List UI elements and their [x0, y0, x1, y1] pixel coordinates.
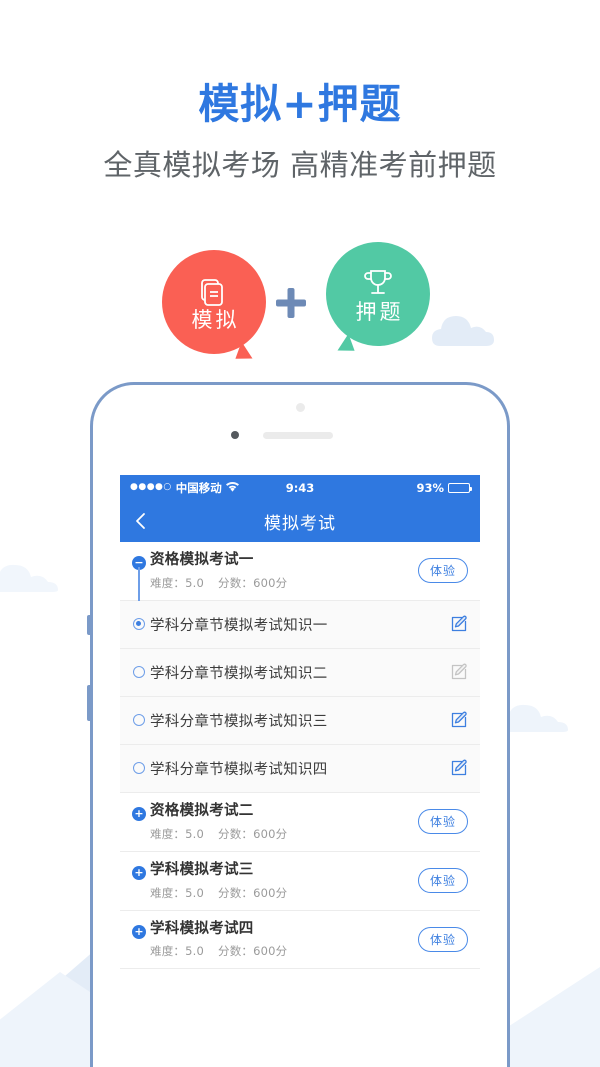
timeline-node-icon [133, 762, 145, 775]
list-empty-area [120, 969, 480, 1067]
page-subtitle: 全真模拟考场 高精准考前押题 [103, 148, 497, 182]
difficulty-label: 难度：5.0 [150, 826, 204, 841]
score-label: 分数：600分 [218, 826, 288, 841]
app-screen: ●●●●○ 中国移动 9:43 93% 模拟考试 − 资格模拟考试一 难度：5.… [120, 475, 480, 1067]
exam-group-header[interactable]: + 学科模拟考试三 难度：5.0 分数：600分 体验 [120, 851, 480, 911]
exam-meta: 难度：5.0 分数：600分 [150, 885, 418, 901]
exam-group-texts: 学科模拟考试四 难度：5.0 分数：600分 [150, 920, 418, 960]
timeline-node-icon [133, 666, 145, 679]
promo-heading-block: 模拟+押题 全真模拟考场 高精准考前押题 [0, 84, 600, 180]
difficulty-label: 难度：5.0 [150, 575, 204, 590]
signal-strength-icon: ●●●●○ [130, 482, 172, 492]
try-button[interactable]: 体验 [417, 809, 468, 835]
score-label: 分数：600分 [218, 575, 288, 590]
cloud-icon [0, 564, 58, 592]
timeline-node-icon [133, 714, 145, 727]
exam-list: − 资格模拟考试一 难度：5.0 分数：600分 体验 学科分章节模拟考试知识一… [120, 542, 480, 1067]
earpiece-speaker [263, 432, 333, 439]
subitem-title: 学科分章节模拟考试知识二 [150, 665, 328, 682]
plus-circle-icon[interactable]: + [132, 865, 146, 880]
volume-up-button[interactable] [87, 615, 91, 635]
list-item[interactable]: 学科分章节模拟考试知识一 [120, 600, 480, 649]
plus-icon [276, 288, 306, 318]
exam-group-header[interactable]: + 资格模拟考试二 难度：5.0 分数：600分 体验 [120, 792, 480, 852]
cloud-icon [500, 704, 568, 732]
exam-group: − 资格模拟考试一 难度：5.0 分数：600分 体验 学科分章节模拟考试知识一… [120, 542, 480, 793]
promo-screen: 模拟+押题 全真模拟考场 高精准考前押题 模拟 押题 ●●●●○ 中国移动 9:… [0, 0, 600, 1067]
rear-sensor-dot [295, 403, 305, 412]
list-item[interactable]: 学科分章节模拟考试知识四 [120, 744, 480, 793]
badge-label: 押题 [355, 299, 404, 324]
score-label: 分数：600分 [218, 944, 288, 959]
exam-group: + 学科模拟考试四 难度：5.0 分数：600分 体验 [120, 910, 480, 970]
front-camera-icon [231, 431, 239, 439]
carrier-label: 中国移动 [175, 480, 222, 495]
try-button[interactable]: 体验 [417, 868, 468, 894]
exam-meta: 难度：5.0 分数：600分 [150, 575, 418, 591]
back-button[interactable] [130, 510, 152, 532]
phone-mockup: ●●●●○ 中国移动 9:43 93% 模拟考试 − 资格模拟考试一 难度：5.… [87, 382, 510, 1067]
status-bar: ●●●●○ 中国移动 9:43 93% [120, 475, 480, 500]
feature-badges: 模拟 押题 [0, 242, 600, 365]
status-bar-left: ●●●●○ 中国移动 [130, 480, 286, 496]
trophy-icon [361, 266, 395, 300]
exam-meta: 难度：5.0 分数：600分 [150, 943, 418, 959]
exam-group-texts: 资格模拟考试一 难度：5.0 分数：600分 [150, 551, 418, 591]
badge-prediction: 押题 [326, 242, 430, 357]
nav-bar: 模拟考试 [120, 500, 480, 542]
wifi-icon [225, 481, 239, 495]
exam-title: 学科模拟考试三 [150, 861, 254, 878]
list-item[interactable]: 学科分章节模拟考试知识二 [120, 648, 480, 697]
nav-title: 模拟考试 [264, 513, 336, 534]
pencil-icon[interactable] [450, 759, 468, 777]
exam-group-header[interactable]: + 学科模拟考试四 难度：5.0 分数：600分 体验 [120, 910, 480, 970]
document-icon [197, 274, 231, 308]
page-title: 模拟+押题 [198, 80, 402, 128]
exam-group-texts: 学科模拟考试三 难度：5.0 分数：600分 [150, 861, 418, 901]
difficulty-label: 难度：5.0 [150, 944, 204, 959]
pencil-icon[interactable] [450, 663, 468, 681]
exam-group: + 学科模拟考试三 难度：5.0 分数：600分 体验 [120, 851, 480, 911]
exam-title: 资格模拟考试二 [150, 802, 254, 819]
badge-simulation: 模拟 [162, 250, 266, 365]
list-item[interactable]: 学科分章节模拟考试知识三 [120, 696, 480, 745]
difficulty-label: 难度：5.0 [150, 885, 204, 900]
pencil-icon[interactable] [450, 711, 468, 729]
exam-meta: 难度：5.0 分数：600分 [150, 826, 418, 842]
score-label: 分数：600分 [218, 885, 288, 900]
exam-title: 资格模拟考试一 [150, 552, 254, 568]
plus-circle-icon[interactable]: + [132, 806, 146, 821]
try-button[interactable]: 体验 [417, 558, 468, 584]
bubble-tail [235, 341, 257, 365]
status-bar-right: 93% [314, 480, 473, 495]
exam-subitems: 学科分章节模拟考试知识一 学科分章节模拟考试知识二 学科分章节模拟考试知识三 学… [120, 566, 480, 793]
try-button[interactable]: 体验 [417, 926, 468, 952]
exam-group-header[interactable]: − 资格模拟考试一 难度：5.0 分数：600分 体验 [120, 542, 480, 601]
plus-circle-icon[interactable]: + [132, 924, 146, 939]
volume-down-button[interactable] [87, 685, 91, 721]
exam-title: 学科模拟考试四 [150, 920, 254, 937]
bubble-tail [333, 333, 355, 357]
subitem-title: 学科分章节模拟考试知识三 [150, 713, 328, 730]
subitem-title: 学科分章节模拟考试知识一 [150, 617, 328, 634]
timeline-node-icon [133, 618, 145, 631]
battery-icon [448, 482, 473, 493]
clock-label: 9:43 [285, 480, 315, 495]
exam-group-texts: 资格模拟考试二 难度：5.0 分数：600分 [150, 802, 418, 842]
subitem-title: 学科分章节模拟考试知识四 [150, 761, 328, 778]
pencil-icon[interactable] [450, 615, 468, 633]
exam-group: + 资格模拟考试二 难度：5.0 分数：600分 体验 [120, 792, 480, 852]
badge-label: 模拟 [191, 307, 240, 332]
battery-percent-label: 93% [416, 480, 445, 495]
